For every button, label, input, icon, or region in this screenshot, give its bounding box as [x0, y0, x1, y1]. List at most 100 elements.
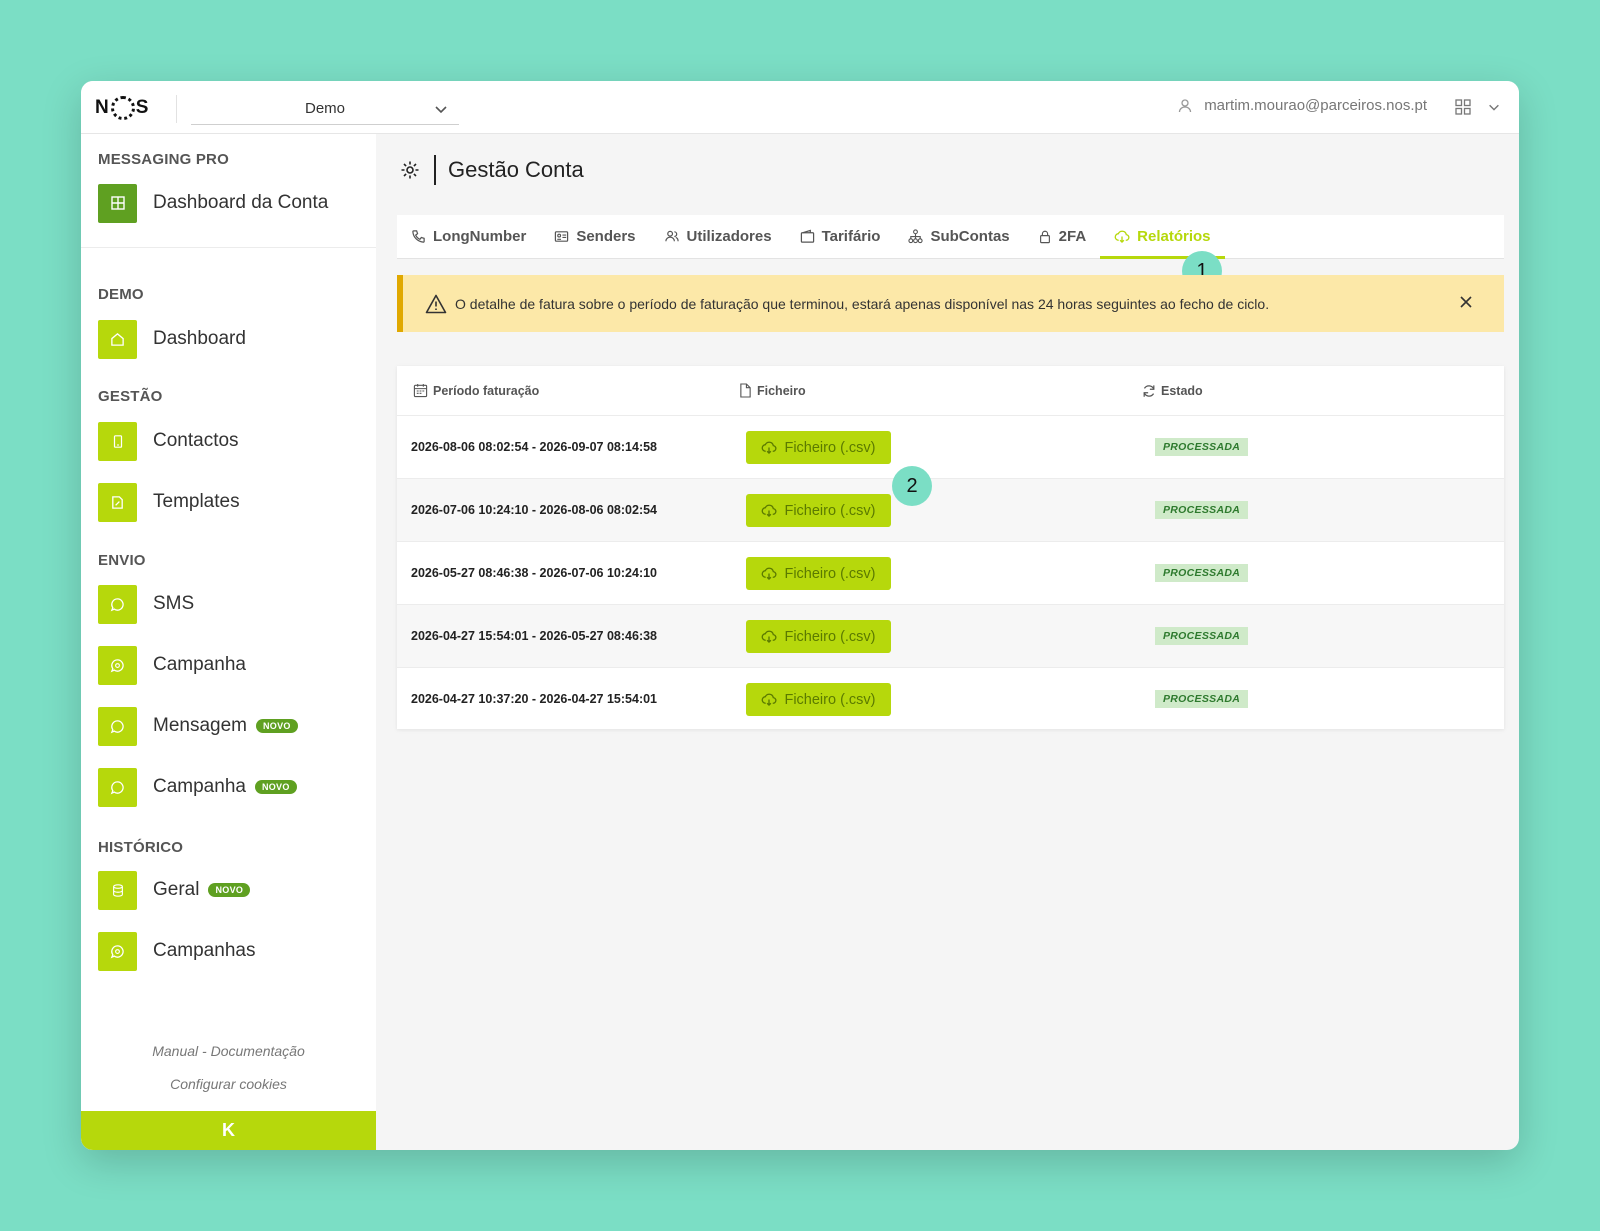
logo-ring	[110, 96, 135, 120]
nos-logo[interactable]: NS	[95, 94, 149, 122]
sidebar-item-label: Templates	[153, 491, 240, 512]
topbar-divider	[176, 95, 177, 123]
tab-longnumber[interactable]: LongNumber	[397, 215, 540, 258]
user-email: martim.mourao@parceiros.nos.pt	[1204, 97, 1427, 114]
column-header-file: Ficheiro	[739, 383, 806, 398]
download-csv-button[interactable]: Ficheiro (.csv)	[746, 431, 891, 464]
sidebar-item-label: SMS	[153, 593, 195, 614]
sidebar-item-campanhas[interactable]: Campanhas	[98, 931, 255, 971]
sidebar-item-label: Campanhas	[153, 940, 256, 961]
sidebar-item-dashboard[interactable]: Dashboard	[98, 319, 246, 359]
sidebar-item-campanha[interactable]: Campanha	[98, 645, 246, 685]
title-divider	[434, 155, 436, 185]
tab-bar: LongNumber Senders Utilizadores Tarifári…	[397, 215, 1504, 259]
calendar-icon	[413, 383, 428, 398]
manual-link[interactable]: Manual - Documentação	[81, 1043, 376, 1059]
cloud-download-icon	[762, 630, 777, 644]
id-card-icon	[555, 231, 569, 242]
warning-icon	[425, 294, 447, 313]
chat-search-icon	[98, 645, 137, 685]
sidebar-item-templates[interactable]: Templates	[98, 482, 240, 522]
app-window: NS Demo martim.mourao@parceiros.nos.pt M…	[81, 81, 1519, 1150]
chevron-down-icon[interactable]	[1487, 100, 1501, 114]
chat-search-icon	[98, 931, 137, 971]
tab-2fa[interactable]: 2FA	[1024, 215, 1101, 258]
account-select-value: Demo	[304, 100, 345, 117]
column-header-period: Período faturação	[413, 383, 539, 398]
hierarchy-icon	[908, 229, 924, 244]
collapse-icon: K	[222, 1120, 235, 1140]
sidebar-item-label: Geral	[153, 879, 200, 900]
database-icon	[98, 870, 137, 910]
sidebar-item-label: Dashboard da Conta	[153, 192, 329, 213]
sidebar-item-label: Campanha	[153, 654, 246, 675]
chat-bubble-icon	[98, 767, 137, 807]
collapse-sidebar-button[interactable]: K	[81, 1111, 376, 1150]
chat-bubble-icon	[98, 706, 137, 746]
close-icon[interactable]	[1458, 294, 1474, 310]
sidebar-item-contactos[interactable]: Contactos	[98, 421, 239, 461]
file-icon	[740, 383, 751, 398]
column-header-status: Estado	[1142, 384, 1203, 398]
download-csv-button[interactable]: Ficheiro (.csv)	[746, 620, 891, 653]
section-title-historico: HISTÓRICO	[98, 839, 184, 856]
users-icon	[664, 230, 679, 242]
download-csv-button[interactable]: Ficheiro (.csv)	[746, 683, 891, 716]
sidebar-item-campanha-novo[interactable]: Campanha NOVO	[98, 767, 297, 807]
alert-text: O detalhe de fatura sobre o período de f…	[455, 295, 1270, 312]
status-badge: PROCESSADA	[1155, 564, 1249, 582]
cloud-download-icon	[762, 504, 777, 518]
novo-badge: NOVO	[254, 780, 297, 794]
grid-icon	[98, 183, 137, 223]
sidebar: MESSAGING PRO Dashboard da Conta DEMO Da…	[81, 134, 376, 1150]
wallet-icon	[800, 229, 814, 243]
home-icon	[98, 319, 137, 359]
cloud-download-icon	[762, 693, 777, 707]
status-badge: PROCESSADA	[1155, 627, 1249, 645]
tab-label: SubContas	[930, 228, 1010, 245]
status-badge: PROCESSADA	[1155, 501, 1249, 519]
sidebar-item-dashboard-conta[interactable]: Dashboard da Conta	[98, 183, 328, 223]
status-badge: PROCESSADA	[1155, 690, 1249, 708]
tab-utilizadores[interactable]: Utilizadores	[650, 215, 786, 258]
section-title-gestao: GESTÃO	[98, 388, 163, 405]
billing-alert: O detalhe de fatura sobre o período de f…	[397, 275, 1504, 332]
download-csv-button[interactable]: Ficheiro (.csv)	[746, 557, 891, 590]
sidebar-item-label: Campanha	[153, 776, 246, 797]
sidebar-item-sms[interactable]: SMS	[98, 584, 194, 624]
gear-icon	[401, 161, 419, 179]
tab-tarifario[interactable]: Tarifário	[786, 215, 895, 258]
tab-senders[interactable]: Senders	[540, 215, 649, 258]
section-title-demo: DEMO	[98, 286, 144, 303]
period-cell: 2026-05-27 08:46:38 - 2026-07-06 10:24:1…	[411, 566, 658, 580]
period-cell: 2026-07-06 10:24:10 - 2026-08-06 08:02:5…	[411, 503, 658, 517]
apps-grid-icon[interactable]	[1455, 99, 1471, 115]
page-header: Gestão Conta	[400, 154, 584, 186]
tab-label: LongNumber	[433, 228, 527, 245]
reports-table: Período faturação Ficheiro Estado 2026-0…	[397, 366, 1504, 729]
period-cell: 2026-04-27 10:37:20 - 2026-04-27 15:54:0…	[411, 692, 658, 706]
table-row: 2026-04-27 15:54:01 - 2026-05-27 08:46:3…	[397, 605, 1504, 668]
refresh-icon	[1143, 384, 1155, 397]
tab-subcontas[interactable]: SubContas	[894, 215, 1023, 258]
top-bar: NS Demo martim.mourao@parceiros.nos.pt	[81, 81, 1519, 134]
user-menu[interactable]: martim.mourao@parceiros.nos.pt	[1178, 97, 1427, 114]
sidebar-item-geral[interactable]: Geral NOVO	[98, 870, 251, 910]
phone-icon	[412, 230, 425, 243]
cookies-link[interactable]: Configurar cookies	[81, 1076, 376, 1092]
cloud-download-icon	[1114, 230, 1130, 244]
novo-badge: NOVO	[256, 719, 298, 733]
download-csv-button[interactable]: Ficheiro (.csv)	[746, 494, 891, 527]
period-cell: 2026-08-06 08:02:54 - 2026-09-07 08:14:5…	[411, 440, 658, 454]
novo-badge: NOVO	[208, 883, 251, 897]
account-select[interactable]: Demo	[191, 93, 459, 125]
step-callout-2: 2	[892, 466, 932, 506]
edit-document-icon	[98, 482, 137, 522]
sidebar-item-mensagem[interactable]: Mensagem NOVO	[98, 706, 298, 746]
user-icon	[1179, 98, 1192, 112]
cloud-download-icon	[762, 567, 777, 581]
section-title-messaging-pro: MESSAGING PRO	[98, 151, 229, 168]
tab-label: Senders	[576, 228, 636, 245]
tab-label: 2FA	[1058, 228, 1087, 245]
tab-label: Utilizadores	[686, 228, 772, 245]
